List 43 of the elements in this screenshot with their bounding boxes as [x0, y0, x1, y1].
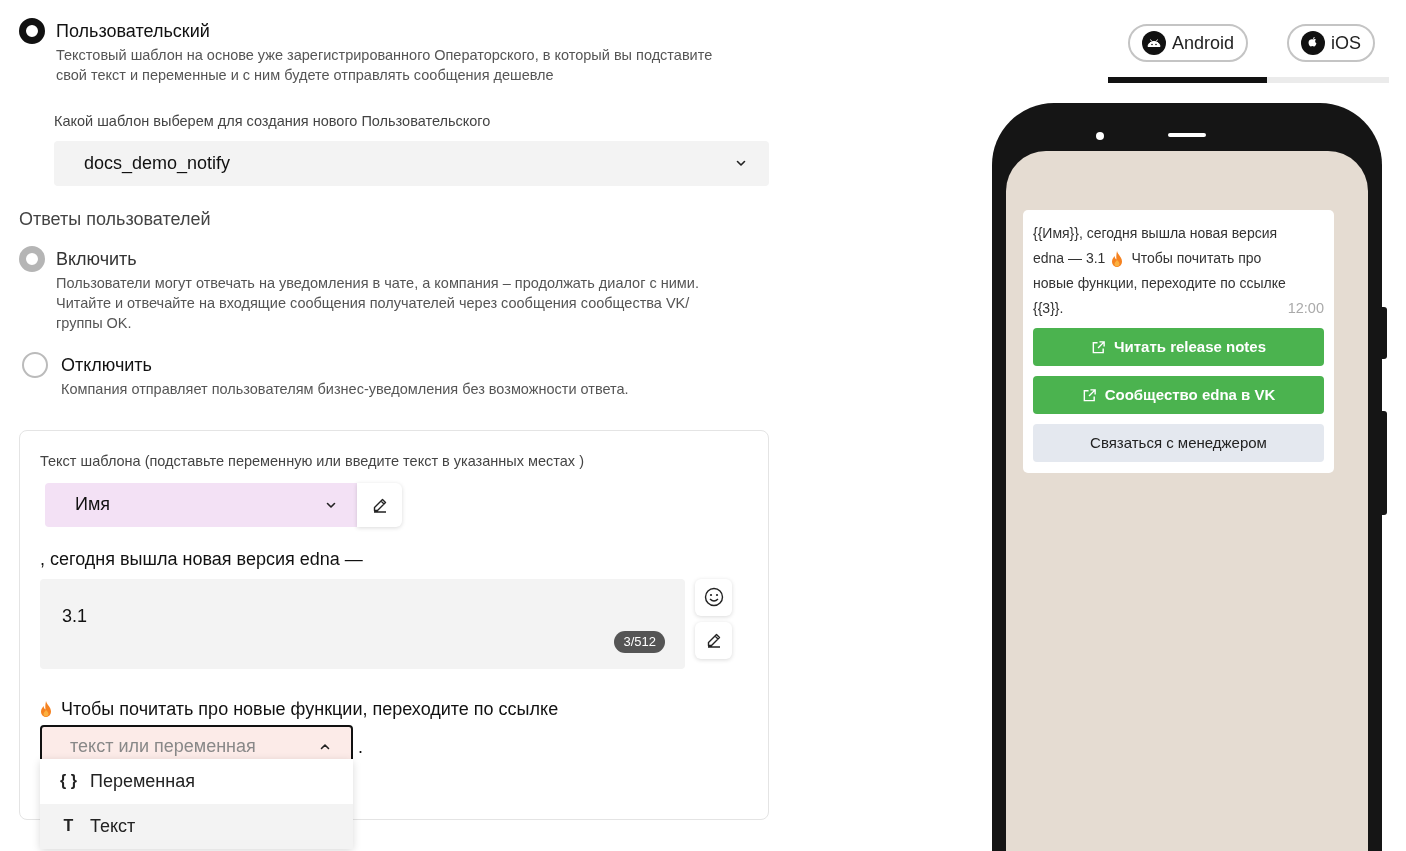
template-text: Чтобы почитать про новые функции, переходите по ссылке: [61, 697, 559, 721]
text-field[interactable]: 3.1 3/512: [40, 578, 685, 669]
reply-button[interactable]: Связаться с менеджером: [1033, 424, 1324, 462]
robot-icon: [1142, 31, 1166, 55]
edit-icon[interactable]: [695, 621, 732, 659]
speaker-slot: [1168, 133, 1206, 137]
edit-icon[interactable]: [357, 482, 402, 527]
menu-item[interactable]: { } Переменная: [40, 758, 353, 804]
field-label: Какой шаблон выберем для создания нового Пользовательского: [54, 112, 492, 131]
flame-icon: [40, 701, 52, 717]
menu-item-label: Текст: [90, 814, 136, 838]
section-title: Ответы пользователей: [19, 207, 212, 231]
template-text: .: [358, 735, 363, 759]
radio-label: Отключить: [61, 353, 153, 377]
flame-icon: [1111, 250, 1124, 267]
radio-button[interactable]: [22, 351, 48, 378]
message-time: 12:00: [1287, 299, 1324, 318]
field-label: Текст шаблона (подставьте переменную или введите текст в указанных местах ): [40, 451, 585, 471]
platform-tab[interactable]: iOS: [1287, 24, 1375, 62]
platform-tab[interactable]: Android: [1128, 24, 1249, 62]
radio-label: Пользовательский: [56, 20, 211, 43]
menu-item[interactable]: T Текст: [40, 803, 353, 849]
variable-select[interactable]: Имя: [45, 482, 357, 527]
message-text: {{Имя}}, сегодня вышла новая версия: [1033, 224, 1278, 243]
emoji-icon[interactable]: [695, 578, 732, 616]
message-text: новые функции, переходите по ссылке: [1033, 274, 1286, 293]
character-counter: 3/512: [614, 631, 665, 653]
message-text: {{3}}.: [1033, 299, 1064, 318]
radio-description: Компания отправляет пользователям бизнес-уведомления без возможности ответа.: [61, 379, 629, 399]
menu-item-icon: { }: [61, 769, 76, 794]
radio-label: Включить: [56, 247, 138, 271]
template-select[interactable]: docs_demo_notify: [54, 140, 769, 186]
menu-item-label: Переменная: [90, 769, 195, 793]
menu-item-icon: T: [61, 814, 76, 839]
external-link-icon: [1081, 387, 1097, 403]
radio-description: Пользователи могут отвечать на уведомления в чате, а компания – продолжать диалог с ними. Читайте и отвечайте на входящие сообщения получателей через сообщения сообщества VK/ группы OK.: [56, 273, 700, 333]
message-text: Чтобы почитать про: [1131, 249, 1262, 268]
template-text: , сегодня вышла новая версия edna —: [40, 547, 364, 571]
message-text: edna — 3.1: [1033, 249, 1106, 268]
apple-icon: [1301, 31, 1325, 55]
radio-description: Текстовый шаблон на основе уже зарегистрированного Операторского, в который вы подставите свой текст и переменные и с ним будете отправлять сообщения дешевле: [56, 46, 714, 85]
external-link-icon: [1090, 339, 1106, 355]
radio-button[interactable]: [19, 18, 45, 44]
